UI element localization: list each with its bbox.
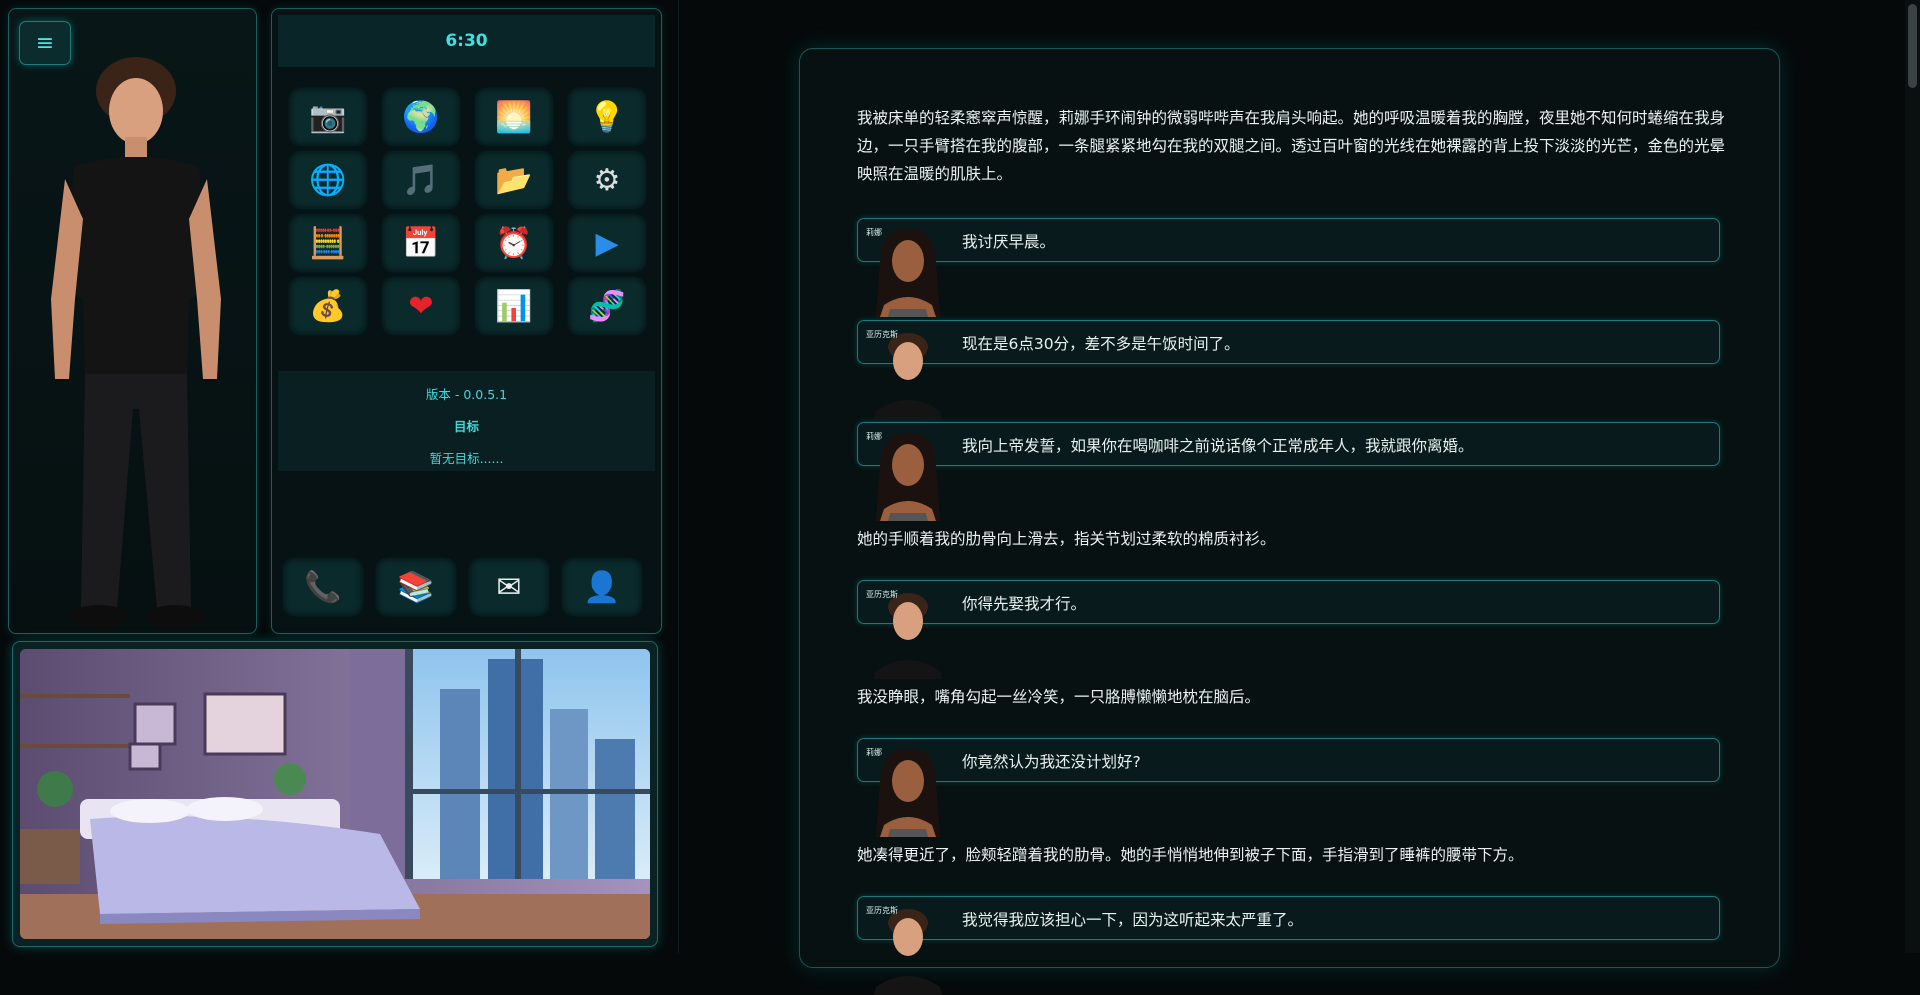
goal-title: 目标 — [453, 419, 479, 434]
camera-icon[interactable]: 📷 — [290, 89, 366, 145]
dna-icon[interactable]: 🧬 — [569, 278, 645, 334]
web-icon[interactable]: 🌐 — [290, 152, 366, 208]
dialogue-line: 莉娜 我向上帝发誓，如果你在喝咖啡之前说话像个正常成年人，我就跟你离婚。 — [857, 422, 1720, 521]
info-box: 版本 - 0.0.5.1 目标 暂无目标...... — [278, 371, 655, 471]
envelope-icon[interactable]: ✉ — [470, 559, 548, 615]
version-label: 版本 - 0.0.5.1 — [425, 387, 508, 402]
bar-chart-icon[interactable]: 📊 — [476, 278, 552, 334]
music-icon[interactable]: 🎵 — [383, 152, 459, 208]
phone-panel: 6:30 📷 🌍 🌅 💡 🌐 🎵 📂 ⚙ 🧮 📅 ⏰ ▶ 💰 ❤ 📊 🧬 版本 … — [271, 8, 662, 634]
dialogue-line: 亚历克斯 我觉得我应该担心一下，因为这听起来太严重了。 — [857, 896, 1720, 995]
speaker-name: 亚历克斯 — [866, 330, 898, 339]
dialogue-line: 亚历克斯 现在是6点30分，差不多是午饭时间了。 — [857, 320, 1720, 419]
phone-dock: 📞 📚 ✉ 👤 — [284, 559, 641, 615]
gear-icon[interactable]: ⚙ — [569, 152, 645, 208]
speaker-name: 亚历克斯 — [866, 590, 898, 599]
character-panel: ≡ — [8, 8, 257, 634]
speaker-name: 亚历克斯 — [866, 906, 898, 915]
phone-clock: 6:30 — [278, 15, 655, 67]
dialogue-text: 你得先娶我才行。 — [962, 595, 1087, 613]
goal-text: 暂无目标...... — [429, 451, 504, 466]
dialogue-line: 莉娜 你竟然认为我还没计划好? — [857, 738, 1720, 837]
speaker-name: 莉娜 — [866, 748, 882, 757]
alex-avatar — [874, 593, 942, 679]
scrollbar[interactable] — [1905, 0, 1920, 953]
alex-avatar — [874, 909, 942, 995]
dialogue-line: 亚历克斯 你得先娶我才行。 — [857, 580, 1720, 679]
lina-avatar — [876, 432, 940, 521]
money-bag-icon[interactable]: 💰 — [290, 278, 366, 334]
narration-paragraph: 她的手顺着我的肋骨向上滑去，指关节划过柔软的棉质衬衫。 — [857, 530, 1276, 548]
speaker-name: 莉娜 — [866, 432, 882, 441]
dialogue-text: 我觉得我应该担心一下，因为这听起来太严重了。 — [962, 911, 1304, 929]
lina-avatar — [876, 228, 940, 317]
alarm-clock-icon[interactable]: ⏰ — [476, 215, 552, 271]
character-portrait — [51, 57, 221, 629]
app-grid: 📷 🌍 🌅 💡 🌐 🎵 📂 ⚙ 🧮 📅 ⏰ ▶ 💰 ❤ 📊 🧬 — [290, 89, 645, 334]
speaker-name: 莉娜 — [866, 228, 882, 237]
phone-icon[interactable]: 📞 — [284, 559, 362, 615]
folder-icon[interactable]: 📂 — [476, 152, 552, 208]
lina-avatar — [876, 748, 940, 837]
calendar-icon[interactable]: 📅 — [383, 215, 459, 271]
heart-icon[interactable]: ❤ — [383, 278, 459, 334]
books-icon[interactable]: 📚 — [377, 559, 455, 615]
scene-panel — [12, 641, 658, 947]
narration-paragraph: 我被床单的轻柔窸窣声惊醒，莉娜手环闹钟的微弱哔哔声在我肩头响起。她的呼吸温暖着我… — [857, 109, 1726, 183]
alex-avatar — [874, 333, 942, 419]
play-icon[interactable]: ▶ — [569, 215, 645, 271]
dialogue-text: 你竟然认为我还没计划好? — [962, 753, 1141, 771]
lightbulb-icon[interactable]: 💡 — [569, 89, 645, 145]
column-divider — [678, 0, 679, 953]
bedroom-scene-image — [20, 649, 650, 939]
globe-icon[interactable]: 🌍 — [383, 89, 459, 145]
contact-icon[interactable]: 👤 — [563, 559, 641, 615]
calculator-icon[interactable]: 🧮 — [290, 215, 366, 271]
story-panel[interactable]: 我被床单的轻柔窸窣声惊醒，莉娜手环闹钟的微弱哔哔声在我肩头响起。她的呼吸温暖着我… — [799, 48, 1780, 995]
dialogue-text: 我讨厌早晨。 — [962, 233, 1056, 251]
menu-button[interactable]: ≡ — [19, 21, 71, 65]
sunrise-icon[interactable]: 🌅 — [476, 89, 552, 145]
scrollbar-thumb[interactable] — [1908, 4, 1917, 88]
dialogue-text: 现在是6点30分，差不多是午饭时间了。 — [962, 335, 1240, 353]
narration-paragraph: 她凑得更近了，脸颊轻蹭着我的肋骨。她的手悄悄地伸到被子下面，手指滑到了睡裤的腰带… — [857, 846, 1524, 864]
dialogue-line: 莉娜 我讨厌早晨。 — [857, 218, 1720, 317]
narration-paragraph: 我没睁眼，嘴角勾起一丝冷笑，一只胳膊懒懒地枕在脑后。 — [857, 688, 1261, 706]
dialogue-text: 我向上帝发誓，如果你在喝咖啡之前说话像个正常成年人，我就跟你离婚。 — [962, 437, 1474, 455]
